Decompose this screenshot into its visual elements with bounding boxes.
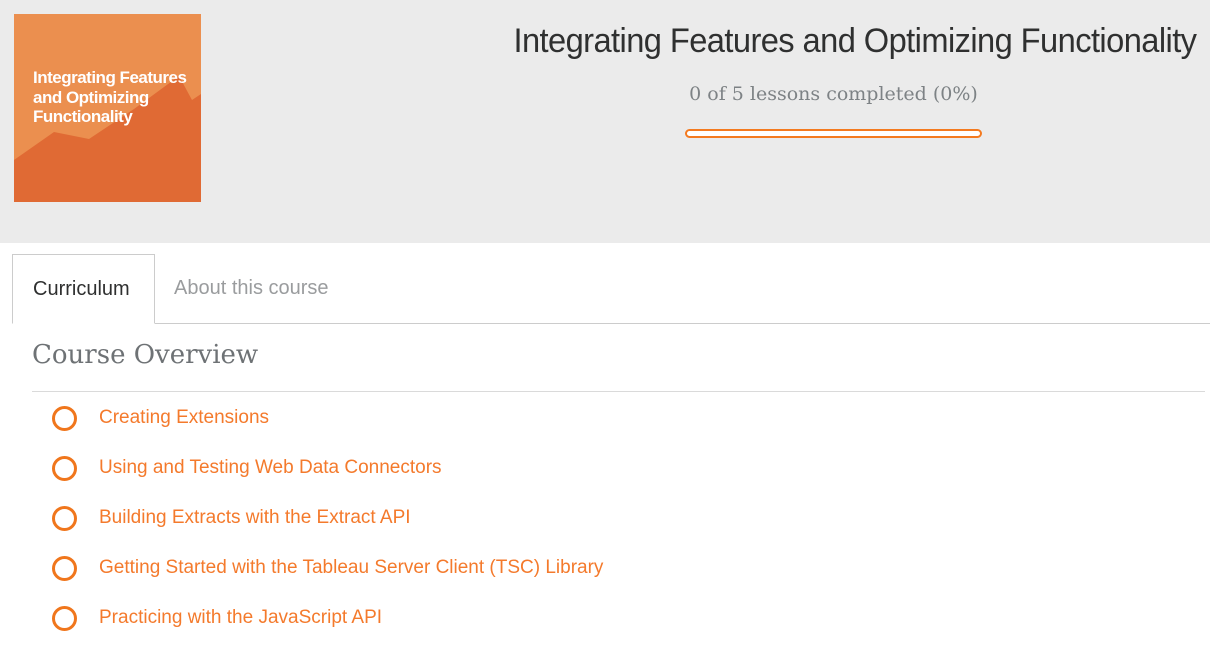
lesson-link[interactable]: Practicing with the JavaScript API [99,607,382,629]
lesson-link[interactable]: Getting Started with the Tableau Server … [99,557,603,579]
course-title: Integrating Features and Optimizing Func… [513,22,1197,60]
lesson-item[interactable]: Practicing with the JavaScript API [52,593,382,643]
section-divider [32,391,1205,392]
circle-outline-icon [52,455,77,481]
circle-outline-icon [52,555,77,581]
progress-bar [685,129,982,138]
lesson-item[interactable]: Building Extracts with the Extract API [52,493,411,543]
lesson-link[interactable]: Creating Extensions [99,407,269,429]
circle-outline-icon [52,405,77,431]
lesson-item[interactable]: Using and Testing Web Data Connectors [52,443,442,493]
lesson-link[interactable]: Using and Testing Web Data Connectors [99,457,442,479]
thumbnail-title: Integrating Features and Optimizing Func… [33,68,187,126]
tab-curriculum[interactable]: Curriculum [12,254,155,324]
course-header: Integrating Features and Optimizing Func… [0,0,1210,243]
tab-about-this-course[interactable]: About this course [154,254,349,322]
lesson-item[interactable]: Getting Started with the Tableau Server … [52,543,603,593]
lesson-link[interactable]: Building Extracts with the Extract API [99,507,411,529]
course-tabs: Curriculum About this course [12,254,1210,324]
circle-outline-icon [52,505,77,531]
lesson-item[interactable]: Creating Extensions [52,393,269,443]
course-thumbnail: Integrating Features and Optimizing Func… [14,14,201,202]
circle-outline-icon [52,605,77,631]
progress-summary: 0 of 5 lessons completed (0%) [689,83,978,105]
section-title: Course Overview [32,340,259,370]
